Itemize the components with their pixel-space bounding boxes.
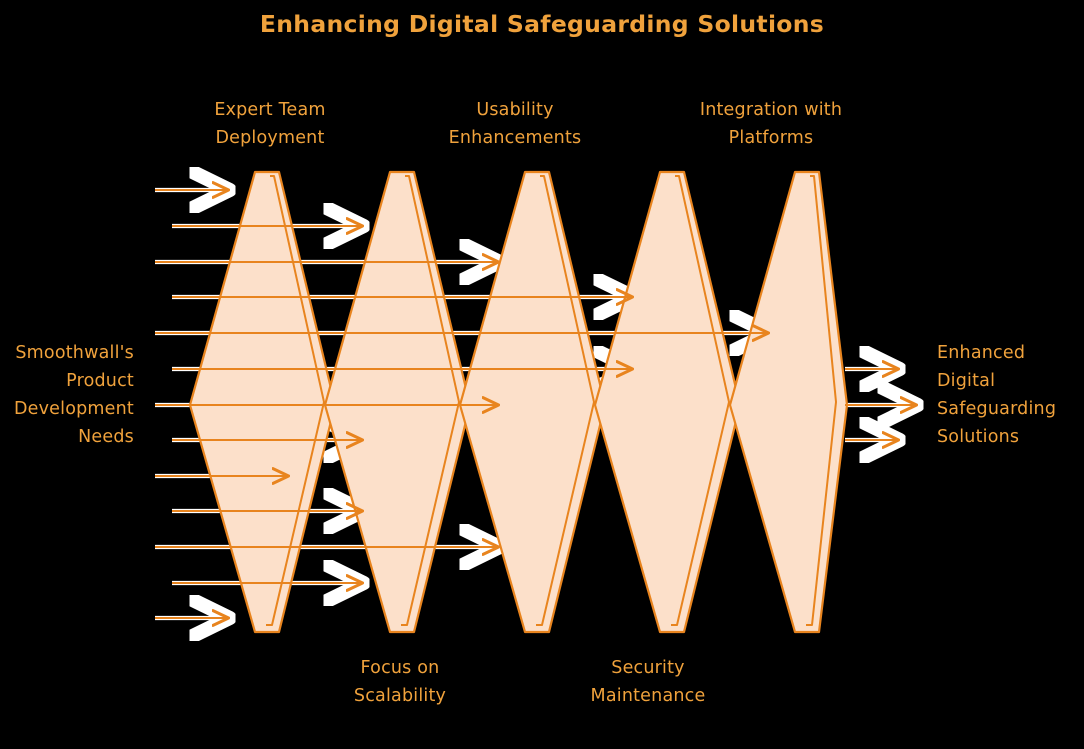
stage-diamond-1[interactable] [188,170,337,634]
stage-label-integration-with-platforms: Integration with Platforms [699,100,843,148]
stage-diamond-4[interactable] [593,170,742,634]
diagram-canvas: Enhancing Digital Safeguarding Solutions [0,0,1084,749]
stage-diamonds-layer [188,170,849,634]
stage-diamond-5[interactable] [728,170,849,634]
stage-diamond-2[interactable] [323,170,472,634]
stage-label-expert-team-deployment: Expert Team Deployment [214,100,326,148]
stage-label-focus-on-scalability: Focus on Scalability [353,658,447,706]
stage-label-usability-enhancements: Usability Enhancements [448,100,582,148]
output-label: Enhanced Digital Safeguarding Solutions [937,343,1057,447]
stage-label-security-maintenance: Security Maintenance [590,658,706,706]
stage-diamond-3[interactable] [458,170,607,634]
input-label: Smoothwall's Product Development Needs [13,343,134,447]
